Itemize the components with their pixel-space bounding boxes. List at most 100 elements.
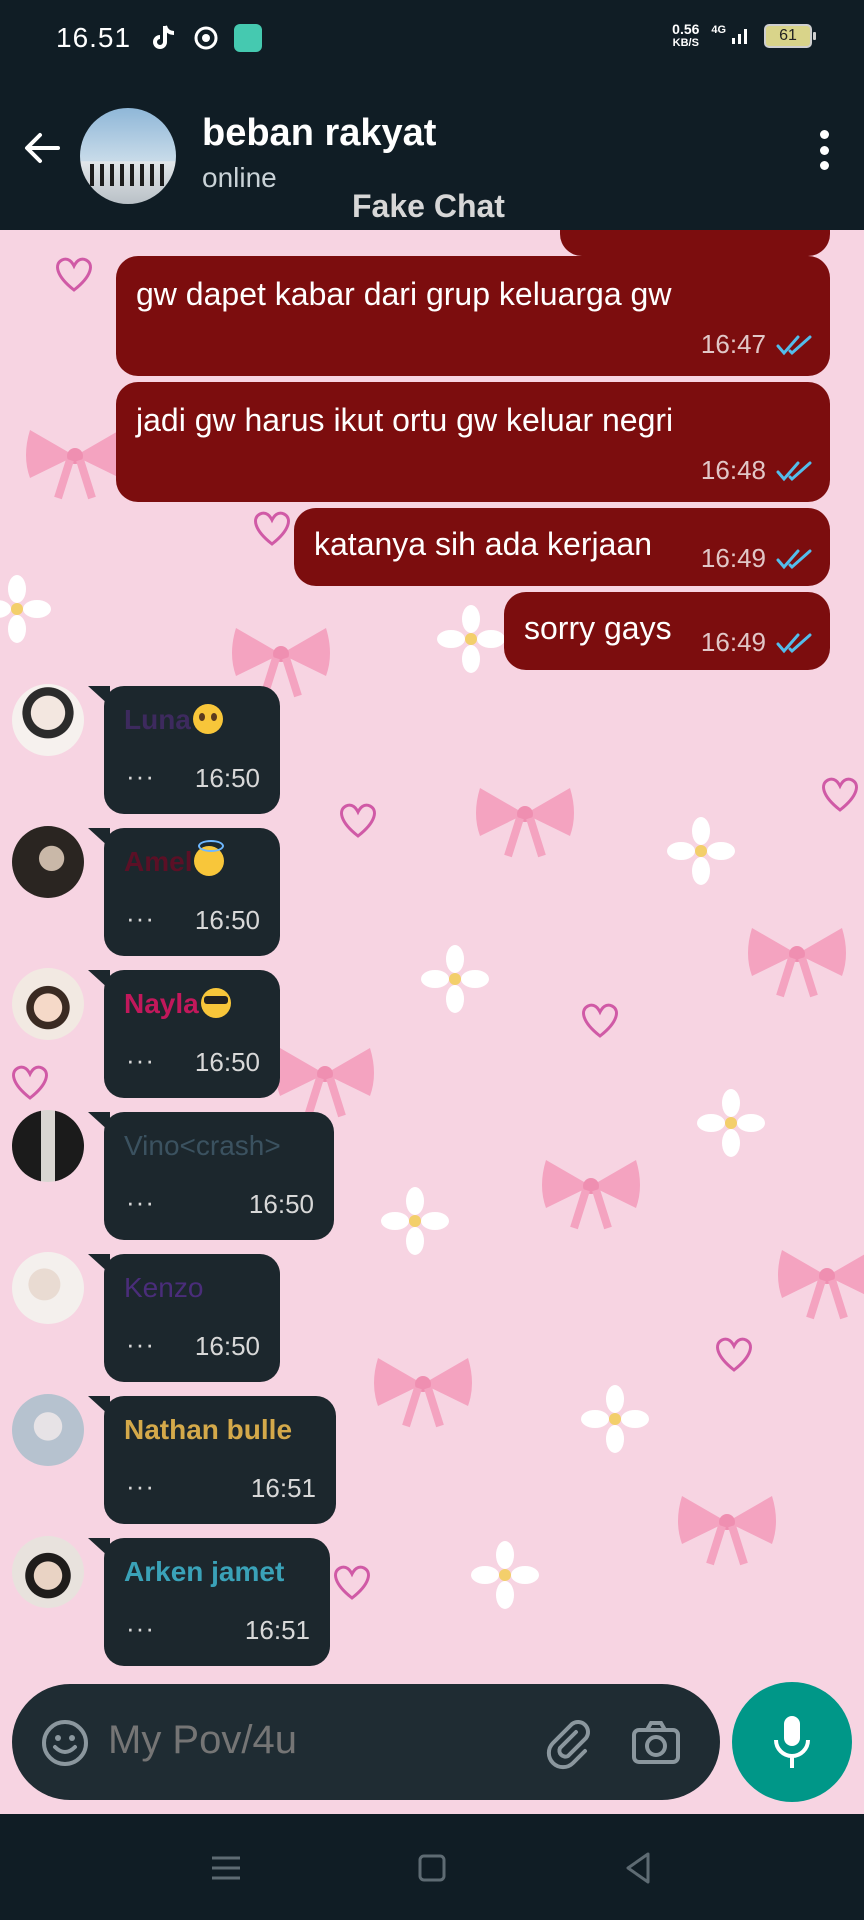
- attach-icon[interactable]: [540, 1714, 596, 1770]
- battery-icon: 61: [764, 24, 816, 48]
- read-ticks-icon: [776, 633, 812, 653]
- read-ticks-icon: [776, 335, 812, 355]
- chat-status: online: [202, 162, 277, 193]
- wallpaper-flower: [667, 817, 735, 885]
- more-dots: ···: [126, 1471, 155, 1501]
- message-time: 16:50: [194, 1331, 260, 1361]
- more-dots: ···: [126, 903, 155, 933]
- chat-header: beban rakyat online Fake Chat: [0, 78, 864, 230]
- message-time: 16:47: [700, 329, 766, 359]
- message-time: 16:48: [700, 455, 766, 485]
- sender-name: Amel: [124, 840, 225, 878]
- wallpaper-flower: [437, 605, 505, 673]
- incoming-message[interactable]: Luna ··· 16:50: [88, 686, 280, 814]
- avatar[interactable]: [12, 1252, 84, 1324]
- camera-icon[interactable]: [630, 1716, 682, 1768]
- wallpaper-flower: [421, 945, 489, 1013]
- home-icon[interactable]: [412, 1848, 452, 1888]
- wallpaper-heart: [822, 777, 858, 812]
- pleading-face-emoji: [192, 704, 223, 734]
- sender-label: Kenzo: [124, 1272, 204, 1303]
- wallpaper-heart: [254, 511, 290, 546]
- incoming-message[interactable]: Vino<crash> ··· 16:50: [88, 1112, 334, 1240]
- back-arrow-icon[interactable]: [18, 124, 66, 172]
- wallpaper-heart: [582, 1003, 618, 1038]
- wallpaper-bow: [26, 430, 124, 500]
- message-meta: 16:48: [701, 455, 812, 486]
- sender-label: Amel: [124, 846, 193, 877]
- sender-label: Luna: [124, 704, 191, 735]
- incoming-message[interactable]: Nayla ··· 16:50: [88, 970, 280, 1098]
- avatar[interactable]: [12, 1536, 84, 1608]
- wallpaper-flower: [381, 1187, 449, 1255]
- wallpaper-flower: [697, 1089, 765, 1157]
- status-notification-icons: [150, 24, 262, 52]
- status-system-icons: 0.56 KB/S 4G 61: [672, 21, 816, 50]
- sender-name: Luna: [124, 704, 223, 736]
- wallpaper-flower: [471, 1541, 539, 1609]
- sender-name: Vino<crash>: [124, 1130, 281, 1162]
- sender-label: Vino<crash>: [124, 1130, 281, 1161]
- sunglasses-face-emoji: [200, 988, 231, 1018]
- outgoing-message[interactable]: jadi gw harus ikut ortu gw keluar negri …: [116, 382, 830, 502]
- sender-name: Kenzo: [124, 1272, 203, 1304]
- sender-label: Arken jamet: [124, 1556, 285, 1587]
- outgoing-message[interactable]: sorry gays 16:49: [504, 592, 830, 670]
- chat-title[interactable]: beban rakyat: [202, 112, 436, 155]
- message-meta: 16:49: [701, 543, 812, 574]
- read-ticks-icon: [776, 461, 812, 481]
- status-time: 16.51: [56, 22, 132, 53]
- message-time: 16:49: [700, 543, 766, 573]
- message-time: 16:51: [250, 1473, 316, 1503]
- message-meta: 16:47: [701, 329, 812, 360]
- app-icon: [234, 24, 262, 52]
- outgoing-message[interactable]: katanya sih ada kerjaan 16:49: [294, 508, 830, 586]
- mic-button[interactable]: [732, 1682, 852, 1802]
- app-icon: [192, 24, 220, 52]
- more-dots: ···: [126, 1613, 155, 1643]
- incoming-message[interactable]: Arken jamet ··· 16:51: [88, 1538, 330, 1666]
- avatar[interactable]: [12, 968, 84, 1040]
- message-text: jadi gw harus ikut ortu gw keluar negri: [136, 402, 674, 438]
- outgoing-message-partial[interactable]: [560, 230, 830, 256]
- sender-name: Nathan bulle: [124, 1414, 292, 1446]
- sender-label: Nathan bulle: [124, 1414, 293, 1445]
- wallpaper-bow: [542, 1160, 640, 1230]
- menu-icon[interactable]: [206, 1848, 246, 1888]
- avatar[interactable]: [12, 1394, 84, 1466]
- read-ticks-icon: [776, 549, 812, 569]
- avatar[interactable]: [12, 1110, 84, 1182]
- network-speed: 0.56 KB/S: [672, 21, 700, 49]
- wallpaper-bow: [276, 1048, 374, 1118]
- message-time: 16:49: [700, 627, 766, 657]
- sender-name: Nayla: [124, 988, 231, 1020]
- message-text: katanya sih ada kerjaan: [314, 526, 652, 562]
- sender-label: Nayla: [124, 988, 199, 1019]
- message-time: 16:51: [244, 1615, 310, 1645]
- incoming-message[interactable]: Amel ··· 16:50: [88, 828, 280, 956]
- sender-name: Arken jamet: [124, 1556, 284, 1588]
- fake-chat-label: Fake Chat: [352, 188, 505, 224]
- wallpaper-bow: [476, 788, 574, 858]
- avatar[interactable]: [12, 684, 84, 756]
- message-input[interactable]: [108, 1718, 408, 1763]
- wallpaper-heart: [716, 1337, 752, 1372]
- wallpaper-heart: [12, 1065, 48, 1100]
- wallpaper-flower: [581, 1385, 649, 1453]
- mic-icon: [774, 1716, 810, 1768]
- more-vert-icon[interactable]: [818, 130, 830, 170]
- back-nav-icon[interactable]: [618, 1848, 658, 1888]
- signal-icon: 4G: [711, 24, 752, 49]
- more-dots: ···: [126, 1045, 155, 1075]
- tiktok-icon: [150, 24, 178, 52]
- message-text: gw dapet kabar dari grup keluarga gw: [136, 276, 672, 312]
- incoming-message[interactable]: Kenzo ··· 16:50: [88, 1254, 280, 1382]
- group-avatar[interactable]: [80, 108, 176, 204]
- wallpaper-bow: [374, 1358, 472, 1428]
- wallpaper-flower: [0, 575, 51, 643]
- emoji-icon[interactable]: [40, 1718, 90, 1768]
- incoming-message[interactable]: Nathan bulle ··· 16:51: [88, 1396, 336, 1524]
- outgoing-message[interactable]: gw dapet kabar dari grup keluarga gw 16:…: [116, 256, 830, 376]
- avatar[interactable]: [12, 826, 84, 898]
- chat-area[interactable]: gw dapet kabar dari grup keluarga gw 16:…: [0, 230, 864, 1680]
